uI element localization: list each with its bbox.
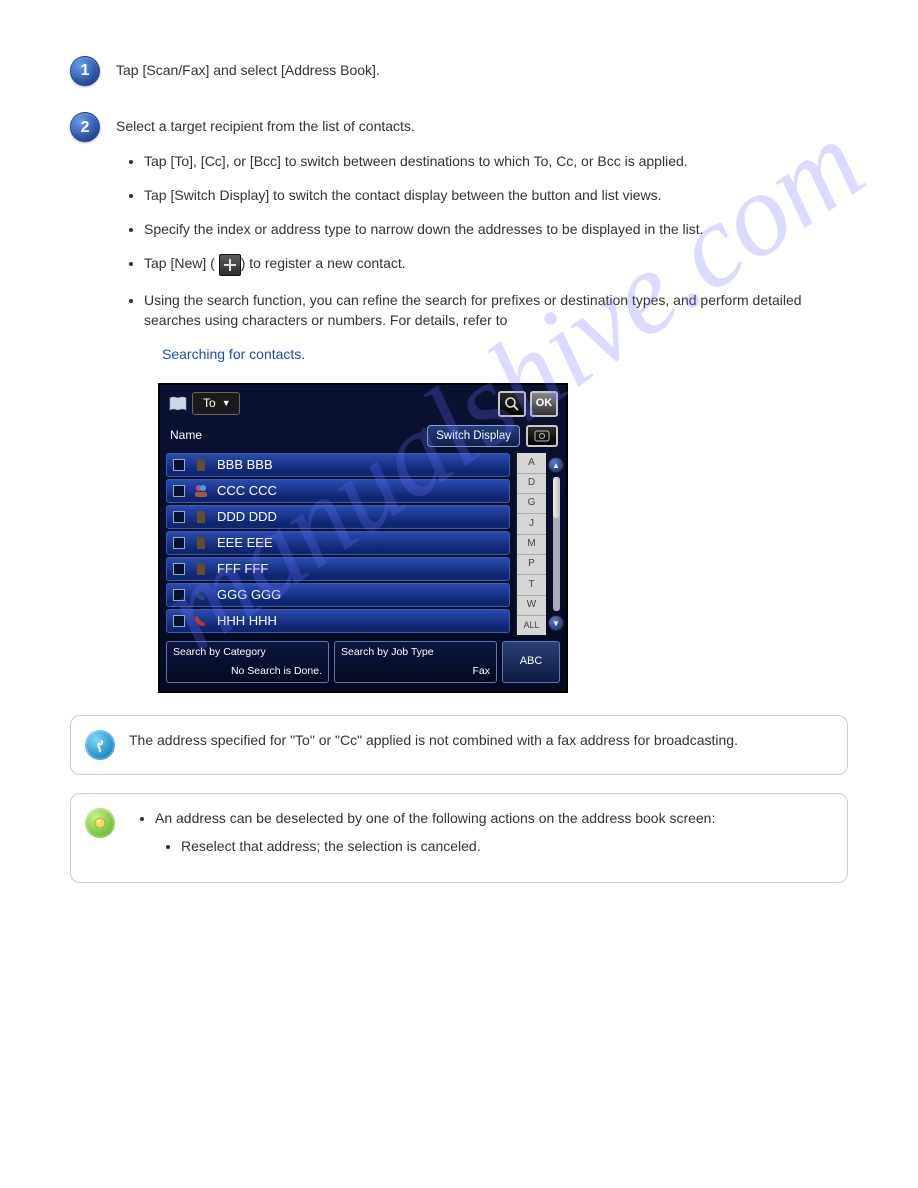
address-book-icon (168, 395, 188, 413)
info-icon (85, 730, 115, 760)
bullet-index-type: Specify the index or address type to nar… (144, 219, 848, 239)
scroll-track[interactable] (553, 477, 560, 611)
checkbox-icon[interactable] (173, 589, 185, 601)
device-top-bar: To ▼ OK (160, 385, 566, 421)
contact-type-icon (193, 561, 209, 577)
tip-note-content: An address can be deselected by one of t… (129, 808, 831, 869)
searching-contacts-link[interactable]: Searching for contacts (162, 346, 301, 362)
alpha-index-item[interactable]: G (517, 494, 546, 514)
scroll-down-icon[interactable]: ▼ (548, 615, 564, 631)
contact-name: GGG GGG (217, 586, 281, 605)
device-list-header: Name Switch Display (160, 421, 566, 454)
tip-bullet-text: An address can be deselected by one of t… (155, 810, 715, 826)
contact-type-icon (193, 613, 209, 629)
info-note-content: The address specified for "To" or "Cc" a… (129, 730, 831, 760)
list-item[interactable]: BBB BBB (166, 453, 510, 477)
checkbox-icon[interactable] (173, 459, 185, 471)
tip-icon (85, 808, 115, 838)
bullet-new: Tap [New] ( ) to register a new contact. (144, 253, 848, 275)
search-by-category[interactable]: Search by Category No Search is Done. (166, 641, 329, 682)
list-item[interactable]: HHH HHH (166, 609, 510, 633)
to-label: To (203, 395, 216, 412)
device-screenshot: To ▼ OK Name Switch Display BBB BBB CCC … (158, 383, 568, 693)
step-1-text: Tap [Scan/Fax] and select [Address Book]… (116, 60, 848, 80)
contact-name: HHH HHH (217, 612, 277, 631)
bullet-new-prefix: Tap [New] ( (144, 255, 215, 271)
device-footer: Search by Category No Search is Done. Se… (160, 635, 566, 690)
alpha-index-item[interactable]: D (517, 474, 546, 494)
search-job-label: Search by Job Type (341, 645, 490, 660)
chevron-down-icon: ▼ (222, 397, 231, 410)
bullet-to-cc-bcc: Tap [To], [Cc], or [Bcc] to switch betwe… (144, 151, 848, 171)
contact-type-icon (193, 535, 209, 551)
contact-name: BBB BBB (217, 456, 273, 475)
checkbox-icon[interactable] (173, 563, 185, 575)
contact-type-icon (193, 509, 209, 525)
list-item[interactable]: GGG GGG (166, 583, 510, 607)
info-note-box: The address specified for "To" or "Cc" a… (70, 715, 848, 775)
alpha-index-item[interactable]: W (517, 596, 546, 616)
name-column-header: Name (170, 427, 421, 444)
contact-type-icon (193, 587, 209, 603)
alpha-index-item[interactable]: T (517, 575, 546, 595)
step-1-content: Tap [Scan/Fax] and select [Address Book]… (116, 56, 848, 94)
step-2: 2 Select a target recipient from the lis… (70, 112, 848, 364)
checkbox-icon[interactable] (173, 511, 185, 523)
alpha-index-item[interactable]: P (517, 555, 546, 575)
to-dropdown[interactable]: To ▼ (192, 392, 240, 415)
contact-name: CCC CCC (217, 482, 277, 501)
search-button[interactable] (498, 391, 526, 417)
scroll-up-icon[interactable]: ▲ (548, 457, 564, 473)
search-link-block: Searching for contacts. (162, 344, 848, 364)
search-link-tail: . (301, 346, 305, 362)
alpha-index-item[interactable]: ALL (517, 616, 546, 635)
contact-list: BBB BBB CCC CCC DDD DDD EEE EEE FFF FFF (160, 453, 516, 635)
contact-type-icon (193, 457, 209, 473)
abc-button[interactable]: ABC (502, 641, 560, 682)
search-cat-value: No Search is Done. (173, 664, 322, 679)
scrollbar[interactable]: ▲ ▼ (546, 453, 566, 635)
step-2-text: Select a target recipient from the list … (116, 116, 848, 136)
checkbox-icon[interactable] (173, 615, 185, 627)
info-note-text: The address specified for "To" or "Cc" a… (129, 730, 831, 750)
tip-note-box: An address can be deselected by one of t… (70, 793, 848, 884)
bullet-search: Using the search function, you can refin… (144, 290, 848, 331)
alpha-index-item[interactable]: J (517, 514, 546, 534)
checkbox-icon[interactable] (173, 537, 185, 549)
list-item[interactable]: DDD DDD (166, 505, 510, 529)
device-body: BBB BBB CCC CCC DDD DDD EEE EEE FFF FFF (160, 453, 566, 635)
alpha-index[interactable]: A D G J M P T W ALL (516, 453, 546, 635)
bullet-switch-display: Tap [Switch Display] to switch the conta… (144, 185, 848, 205)
contact-name: DDD DDD (217, 508, 277, 527)
contact-type-icon (193, 483, 209, 499)
step-2-badge: 2 (70, 112, 100, 142)
alpha-index-item[interactable]: M (517, 535, 546, 555)
alpha-index-item[interactable]: A (517, 453, 546, 473)
list-item[interactable]: FFF FFF (166, 557, 510, 581)
list-item[interactable]: CCC CCC (166, 479, 510, 503)
search-job-value: Fax (341, 664, 490, 679)
switch-display-button[interactable]: Switch Display (427, 425, 520, 448)
step-2-content: Select a target recipient from the list … (116, 112, 848, 364)
search-cat-label: Search by Category (173, 645, 322, 660)
checkbox-icon[interactable] (173, 485, 185, 497)
step-1: 1 Tap [Scan/Fax] and select [Address Boo… (70, 56, 848, 94)
tip-sub-bullet: Reselect that address; the selection is … (181, 836, 831, 856)
contact-name: EEE EEE (217, 534, 273, 553)
plus-icon (219, 254, 241, 276)
scroll-thumb[interactable] (553, 477, 560, 517)
step-1-badge: 1 (70, 56, 100, 86)
ok-button[interactable]: OK (530, 391, 558, 417)
bullet-search-text: Using the search function, you can refin… (144, 292, 802, 328)
search-by-job-type[interactable]: Search by Job Type Fax (334, 641, 497, 682)
view-toggle-button[interactable] (526, 425, 558, 447)
bullet-new-suffix: ) to register a new contact. (241, 255, 406, 271)
tip-bullet: An address can be deselected by one of t… (155, 808, 831, 857)
step-2-bullets: Tap [To], [Cc], or [Bcc] to switch betwe… (116, 151, 848, 331)
contact-name: FFF FFF (217, 560, 268, 579)
list-item[interactable]: EEE EEE (166, 531, 510, 555)
